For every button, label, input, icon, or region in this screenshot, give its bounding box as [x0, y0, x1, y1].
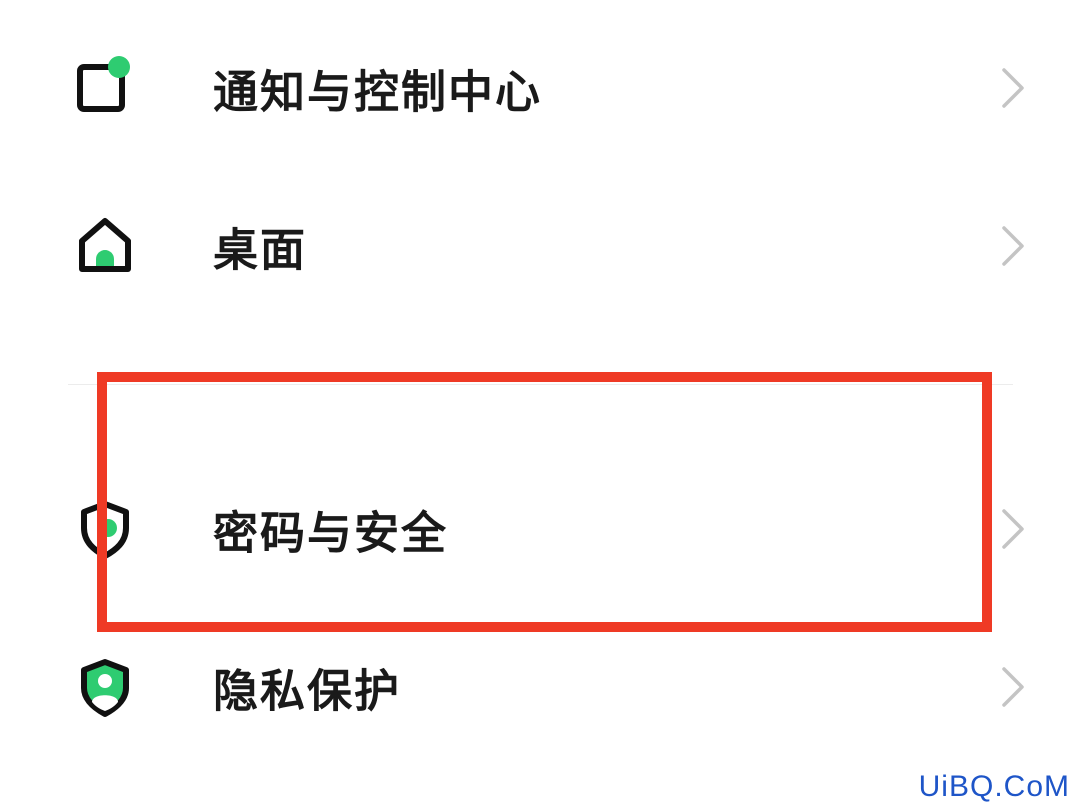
settings-item-label: 密码与安全 [213, 506, 449, 560]
settings-item-label: 桌面 [213, 223, 308, 277]
section-divider [68, 384, 1013, 385]
settings-item-label: 通知与控制中心 [213, 65, 543, 119]
shield-security-icon [72, 496, 138, 562]
settings-item-privacy[interactable]: 隐私保护 [0, 627, 1080, 747]
settings-item-password-security[interactable]: 密码与安全 [0, 469, 1080, 589]
settings-item-desktop[interactable]: 桌面 [0, 186, 1080, 306]
home-icon [72, 213, 138, 279]
watermark-text: UiBQ.CoM [918, 770, 1070, 803]
chevron-right-icon [996, 505, 1030, 553]
chevron-right-icon [996, 663, 1030, 711]
chevron-right-icon [996, 64, 1030, 112]
notification-center-icon [72, 55, 138, 121]
settings-item-label: 隐私保护 [213, 664, 402, 718]
settings-item-notification-center[interactable]: 通知与控制中心 [0, 28, 1080, 148]
shield-user-icon [72, 654, 138, 720]
settings-list: 通知与控制中心 桌面 密码与安全 隐私保护 [0, 0, 1080, 810]
chevron-right-icon [996, 222, 1030, 270]
